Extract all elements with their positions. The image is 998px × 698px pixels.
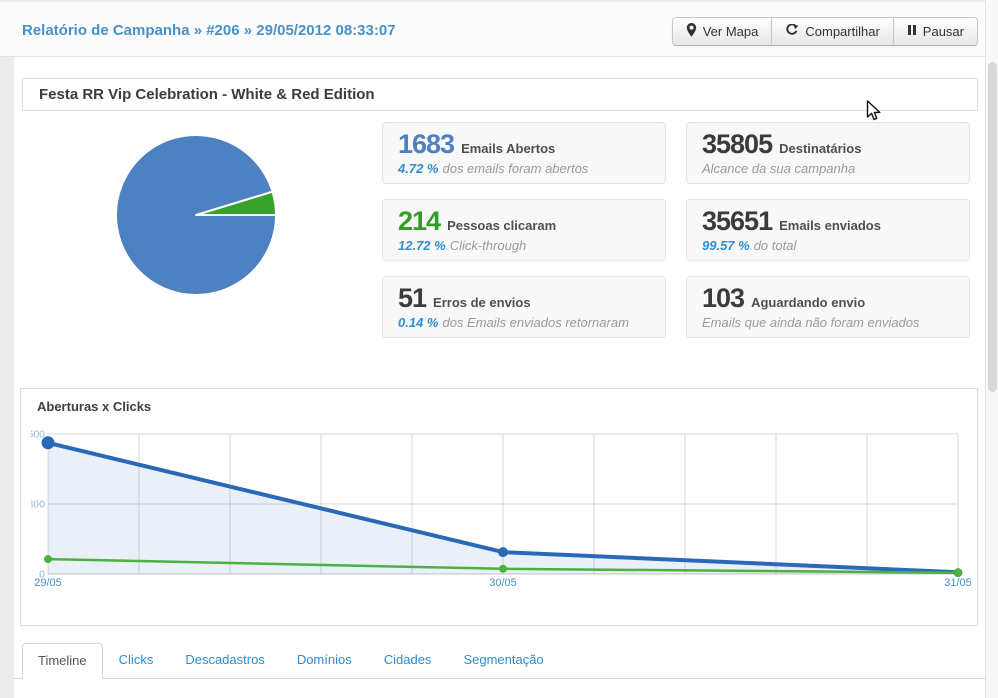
x-axis-tick-label: 30/05	[489, 577, 517, 589]
stat-description: dos emails foram abertos	[442, 161, 589, 176]
data-point-clicks	[44, 555, 52, 564]
tab-domínios[interactable]: Domínios	[281, 642, 368, 678]
stat-value: 103	[702, 283, 745, 313]
top-header-bar: Relatório de Campanha » #206 » 29/05/201…	[0, 0, 998, 57]
stat-card: 51 Erros de envios 0.14 % dos Emails envia…	[382, 276, 666, 338]
stat-label: Erros de envios	[433, 295, 531, 310]
map-pin-icon	[686, 23, 697, 40]
pause-icon	[907, 24, 917, 39]
stat-label: Aguardando envio	[751, 295, 866, 310]
map-pin-icon	[686, 23, 696, 37]
data-point-clicks	[953, 568, 963, 578]
tab-cidades[interactable]: Cidades	[368, 642, 448, 678]
report-tabs: Timeline Clicks Descadastros Domínios Ci…	[14, 642, 985, 679]
stat-percent: 0.14 %	[398, 315, 439, 330]
stat-value: 35805	[702, 129, 773, 159]
data-point-aberturas	[498, 547, 508, 558]
campaign-title: Festa RR Vip Celebration - White & Red E…	[39, 86, 375, 103]
data-point-aberturas	[41, 436, 55, 450]
stat-value: 35651	[702, 206, 773, 236]
x-axis-tick-label: 31/05	[944, 577, 971, 589]
stat-value: 51	[398, 283, 427, 313]
stat-card: 35651 Emails enviados 99.57 % do total	[686, 199, 970, 261]
page-left-margin	[0, 57, 14, 698]
stat-card: 35805 Destinatários Alcance da sua campan…	[686, 122, 970, 184]
stat-description: do total	[753, 238, 797, 253]
stat-card: 103 Aguardando envio Emails que ainda não…	[686, 276, 970, 338]
stat-percent: 99.57 %	[702, 238, 750, 253]
pie-slice	[115, 134, 277, 296]
stat-description: dos Emails enviados retornaram	[442, 315, 629, 330]
share-icon	[785, 22, 799, 40]
x-axis-tick-label: 29/05	[34, 577, 62, 589]
scrollbar-thumb[interactable]	[988, 62, 997, 392]
scrollbar-track[interactable]	[985, 0, 998, 698]
stat-description: Alcance da sua campanha	[702, 161, 856, 176]
campaign-title-box: Festa RR Vip Celebration - White & Red E…	[22, 78, 978, 111]
share-icon	[786, 22, 799, 35]
pie-chart-svg	[115, 134, 277, 296]
stat-card: 214 Pessoas clicaram 12.72 % Click-through	[382, 199, 666, 261]
pause-icon	[907, 25, 916, 35]
stat-label: Emails Abertos	[461, 141, 556, 156]
stat-description: Emails que ainda não foram enviados	[702, 315, 920, 330]
tab-clicks[interactable]: Clicks	[103, 642, 170, 678]
timeline-chart-panel: Aberturas x Clicks 0800160029/0530/0531/…	[20, 388, 978, 626]
stat-value: 1683	[398, 129, 455, 159]
stat-description: Click-through	[449, 238, 527, 253]
stats-cards-grid: 1683 Emails Abertos 4.72 % dos emails fora…	[382, 122, 970, 338]
tab-timeline[interactable]: Timeline	[22, 643, 103, 679]
tab-descadastros[interactable]: Descadastros	[169, 642, 280, 678]
stat-label: Destinatários	[779, 141, 862, 156]
data-point-clicks	[499, 564, 507, 573]
stat-value: 214	[398, 206, 441, 236]
chart-title: Aberturas x Clicks	[37, 399, 152, 414]
stat-percent: 12.72 %	[398, 238, 446, 253]
stat-card: 1683 Emails Abertos 4.72 % dos emails fora…	[382, 122, 666, 184]
button-compartilhar[interactable]: Compartilhar	[771, 17, 894, 46]
y-axis-tick-label: 800	[31, 499, 45, 511]
tab-segmentação[interactable]: Segmentação	[447, 642, 559, 678]
campaign-report-page: Relatório de Campanha » #206 » 29/05/201…	[0, 0, 998, 698]
line-chart-svg: 0800160029/0530/0531/05	[31, 429, 971, 590]
breadcrumb[interactable]: Relatório de Campanha » #206 » 29/05/201…	[22, 22, 396, 39]
stat-label: Pessoas clicaram	[447, 218, 557, 233]
button-pausar[interactable]: Pausar	[892, 17, 978, 46]
toolbar-button-group: Ver Mapa Compartilhar Pausar	[671, 17, 978, 46]
stat-label: Emails enviados	[779, 218, 881, 233]
stat-percent: 4.72 %	[398, 161, 439, 176]
opens-pie-chart	[112, 131, 280, 299]
button-ver-mapa[interactable]: Ver Mapa	[671, 17, 773, 46]
